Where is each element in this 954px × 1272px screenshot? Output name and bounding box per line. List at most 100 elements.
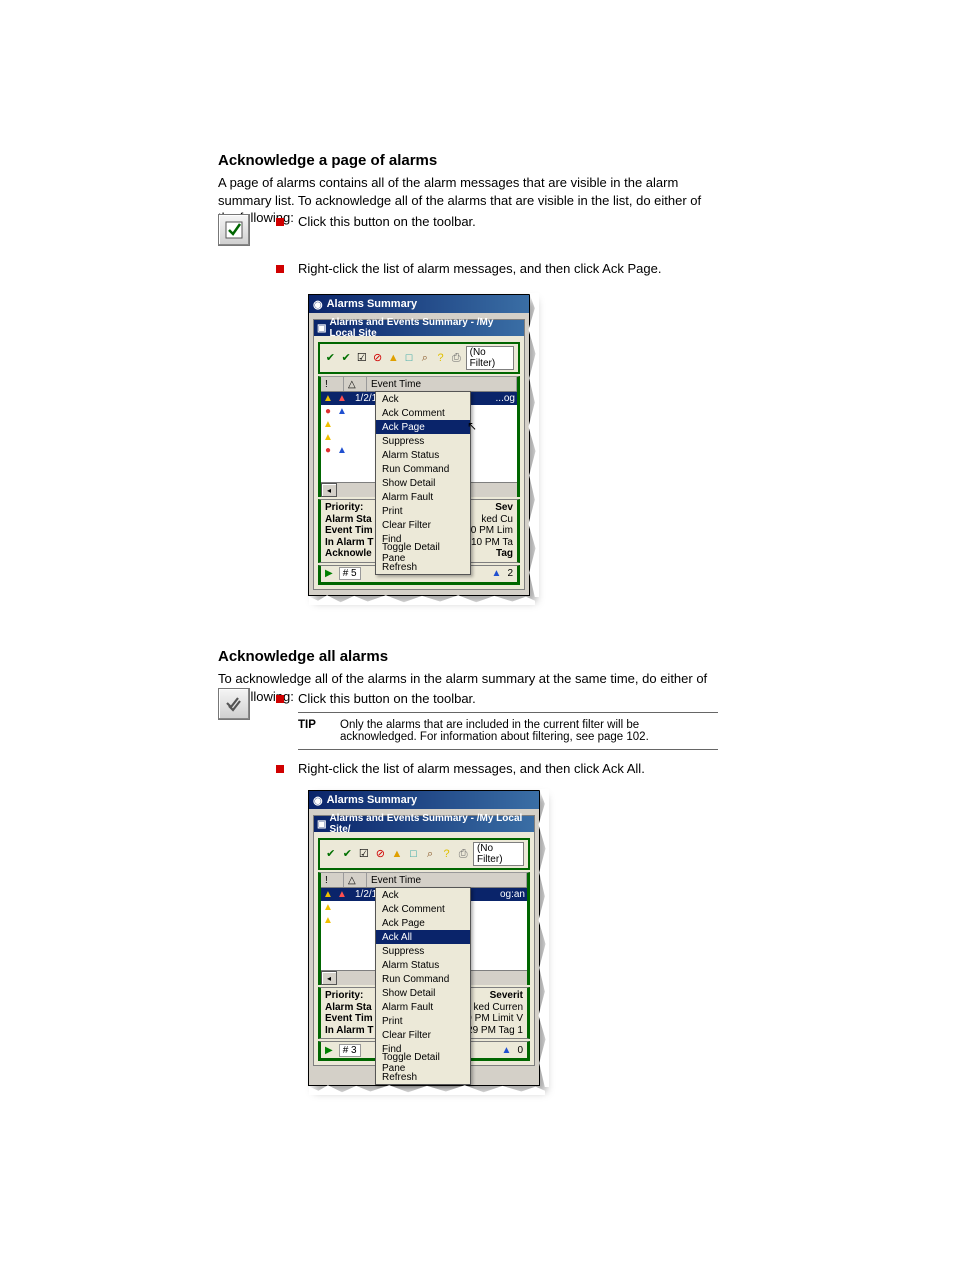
menu-alarm-fault[interactable]: Alarm Fault [376,1000,470,1014]
help-button[interactable]: ? [440,847,454,861]
col-priority[interactable]: ! [321,873,344,887]
tip-box: TIP Only the alarms that are included in… [298,712,718,750]
menu-ack-comment[interactable]: Ack Comment [376,902,470,916]
menu-run-command[interactable]: Run Command [376,462,470,476]
help-button[interactable]: ? [434,351,447,365]
status-button[interactable]: ▲ [387,351,400,365]
status-right: 2 [507,568,513,579]
col-event-time[interactable]: Event Time [367,377,517,391]
heading-ack-all: Acknowledge all alarms [218,648,388,665]
menu-alarm-status[interactable]: Alarm Status [376,448,470,462]
ack-selected-button[interactable]: ✔ [324,351,337,365]
ack-comment-button[interactable]: ✔ [340,351,353,365]
menu-suppress[interactable]: Suppress [376,434,470,448]
bullet-icon [276,265,284,273]
bullet-icon [276,695,284,703]
warning-icon: ▲ [321,419,335,430]
status-flag-icon: ▶ [325,1045,333,1056]
status-bell-icon: ▲ [492,568,502,579]
critical-icon: ● [321,445,335,456]
menu-run-command[interactable]: Run Command [376,972,470,986]
find-button[interactable]: ⌕ [418,351,431,365]
titlebar: ◉ Alarms Summary [309,295,529,313]
detail-label: Acknowle [325,548,372,559]
menu-ack-page[interactable]: Ack Page [376,420,470,434]
ack-page-button[interactable]: ☑ [357,847,371,861]
detail-label: Alarm Sta [325,1002,372,1013]
window-title: Alarms Summary [327,298,418,310]
menu-show-detail[interactable]: Show Detail [376,476,470,490]
menu-suppress[interactable]: Suppress [376,944,470,958]
context-menu: Ack Ack Comment Ack Page Ack All Suppres… [375,887,471,1085]
status-button[interactable]: ▲ [390,847,404,861]
warning-icon: ▲ [321,393,335,404]
suppress-button[interactable]: ⊘ [374,847,388,861]
bell-icon: ▲ [335,445,349,456]
menu-alarm-fault[interactable]: Alarm Fault [376,490,470,504]
col-priority[interactable]: ! [321,377,344,391]
menu-print[interactable]: Print [376,504,470,518]
detail-label: In Alarm T [325,1025,374,1036]
menu-print[interactable]: Print [376,1014,470,1028]
warning-icon: ▲ [321,902,335,913]
bullet2-text: Click this button on the toolbar. [298,690,698,708]
detail-label: Alarm Sta [325,514,372,525]
menu-ack-page[interactable]: Ack Page [376,916,470,930]
status-count: # 3 [339,1044,361,1057]
menu-ack-all[interactable]: Ack All [376,930,470,944]
toolbar: ✔ ✔ ☑ ⊘ ▲ □ ⌕ ? ⎙ (No Filter) [318,342,520,374]
menu-show-detail[interactable]: Show Detail [376,986,470,1000]
sub-icon: ▣ [317,323,326,334]
menu-alarm-status[interactable]: Alarm Status [376,958,470,972]
warning-icon: ▲ [321,432,335,443]
print-button[interactable]: ⎙ [456,847,470,861]
tip-label: TIP [298,719,328,743]
detail-label: Priority: [325,502,363,513]
menu-clear-filter[interactable]: Clear Filter [376,518,470,532]
filter-dropdown[interactable]: (No Filter) [466,346,514,370]
list-header: ! △ Event Time [321,377,517,392]
find-button[interactable]: ⌕ [423,847,437,861]
sub-titlebar: ▣ Alarms and Events Summary - /My Local … [314,320,524,336]
alarm-icon: ▲ [335,393,349,404]
status-flag-icon: ▶ [325,568,333,579]
menu-ack-comment[interactable]: Ack Comment [376,406,470,420]
filter-dropdown[interactable]: (No Filter) [473,842,524,866]
app-icon: ◉ [313,794,323,807]
menu-toggle-detail-pane[interactable]: Toggle Detail Pane [376,546,470,560]
bullet2b-text: Right-click the list of alarm messages, … [298,760,738,778]
menu-toggle-detail-pane[interactable]: Toggle Detail Pane [376,1056,470,1070]
print-button[interactable]: ⎙ [450,351,463,365]
row-tail: ...og [496,393,517,404]
detail-value: Sev [495,502,513,513]
critical-icon: ● [321,406,335,417]
col-event-time[interactable]: Event Time [367,873,527,887]
ack-all-icon [218,688,250,720]
status-right: 0 [517,1045,523,1056]
detail-value: Tag [496,548,513,559]
run-command-button[interactable]: □ [403,351,416,365]
sub-title: Alarms and Events Summary - /My Local Si… [329,813,531,835]
menu-ack[interactable]: Ack [376,888,470,902]
warning-icon: ▲ [321,889,335,900]
status-count: # 5 [339,567,361,580]
run-command-button[interactable]: □ [407,847,421,861]
detail-value: ked Cu [465,514,513,526]
list-header: ! △ Event Time [321,873,527,888]
col-bell[interactable]: △ [344,873,367,887]
detail-label: Event Tim [325,525,373,536]
scroll-left-button[interactable]: ◂ [321,483,337,497]
menu-ack[interactable]: Ack [376,392,470,406]
bell-icon: ▲ [335,406,349,417]
col-bell[interactable]: △ [344,377,367,391]
ack-comment-button[interactable]: ✔ [341,847,355,861]
scroll-left-button[interactable]: ◂ [321,971,337,985]
ack-page-icon [218,214,250,246]
bullet1-text: Click this button on the toolbar. [298,213,698,231]
alarm-icon: ▲ [335,889,349,900]
suppress-button[interactable]: ⊘ [371,351,384,365]
toolbar: ✔ ✔ ☑ ⊘ ▲ □ ⌕ ? ⎙ (No Filter) [318,838,530,870]
ack-selected-button[interactable]: ✔ [324,847,338,861]
menu-clear-filter[interactable]: Clear Filter [376,1028,470,1042]
ack-page-button[interactable]: ☑ [355,351,368,365]
